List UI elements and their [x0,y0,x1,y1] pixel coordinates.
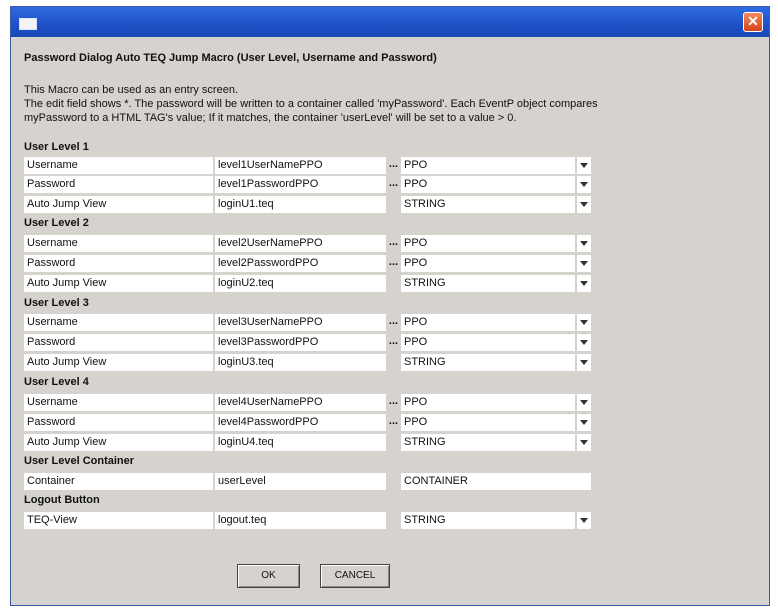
param-row-auto-jump-view: Auto Jump View loginU2.teq STRING [24,274,591,292]
param-value-field[interactable]: loginU1.teq [215,196,386,213]
param-row-auto-jump-view: Auto Jump View loginU3.teq STRING [24,353,591,371]
param-label: Auto Jump View [24,434,213,451]
browse-button[interactable]: ... [387,314,400,331]
browse-button[interactable]: ... [387,414,400,431]
param-label: Username [24,235,213,252]
type-select[interactable]: STRING [401,512,575,529]
param-value-field[interactable]: level4UserNamePPO [215,394,386,411]
description-line: myPassword to a HTML TAG's value; If it … [24,112,517,124]
dropdown-arrow-icon[interactable] [577,255,591,272]
param-row-auto-jump-view: Auto Jump View loginU1.teq STRING [24,195,591,213]
param-label: Username [24,314,213,331]
window-icon [19,18,37,30]
browse-button[interactable]: ... [387,255,400,272]
section-title-user-level-4: User Level 4 [24,376,89,388]
param-value-field[interactable]: loginU3.teq [215,354,386,371]
param-value-field[interactable]: level4PasswordPPO [215,414,386,431]
type-select[interactable]: PPO [401,255,575,272]
param-value-field[interactable]: level1UserNamePPO [215,157,386,174]
cancel-button[interactable]: CANCEL [320,564,390,588]
param-row-username: Username level3UserNamePPO ... PPO [24,313,591,331]
type-select[interactable]: PPO [401,235,575,252]
browse-button[interactable]: ... [387,157,400,174]
param-label: Password [24,414,213,431]
param-value-field[interactable]: loginU2.teq [215,275,386,292]
browse-button[interactable]: ... [387,235,400,252]
dropdown-arrow-icon[interactable] [577,196,591,213]
type-select[interactable]: PPO [401,414,575,431]
param-label: Username [24,157,213,174]
dialog-title: Password Dialog Auto TEQ Jump Macro (Use… [24,52,437,64]
type-select[interactable]: PPO [401,334,575,351]
type-select[interactable]: STRING [401,196,575,213]
param-row-container: Container userLevel CONTAINER [24,472,591,490]
description-line: This Macro can be used as an entry scree… [24,84,238,96]
section-title-user-level-container: User Level Container [24,455,135,467]
dropdown-arrow-icon[interactable] [577,334,591,351]
param-row-username: Username level4UserNamePPO ... PPO [24,393,591,411]
param-label: Auto Jump View [24,275,213,292]
dropdown-arrow-icon[interactable] [577,176,591,193]
param-row-auto-jump-view: Auto Jump View loginU4.teq STRING [24,433,591,451]
type-select[interactable]: PPO [401,176,575,193]
dropdown-arrow-icon[interactable] [577,314,591,331]
param-label: TEQ-View [24,512,213,529]
section-title-logout-button: Logout Button [24,494,100,506]
param-label: Password [24,334,213,351]
dropdown-arrow-icon[interactable] [577,275,591,292]
dropdown-arrow-icon[interactable] [577,235,591,252]
param-row-password: Password level2PasswordPPO ... PPO [24,254,591,272]
dropdown-arrow-icon[interactable] [577,394,591,411]
dropdown-arrow-icon[interactable] [577,512,591,529]
dropdown-arrow-icon[interactable] [577,434,591,451]
close-button[interactable]: ✕ [743,12,763,32]
type-field: CONTAINER [401,473,591,490]
browse-button[interactable]: ... [387,176,400,193]
param-value-field[interactable]: level3UserNamePPO [215,314,386,331]
dropdown-arrow-icon[interactable] [577,157,591,174]
type-select[interactable]: STRING [401,434,575,451]
type-select[interactable]: PPO [401,314,575,331]
type-select[interactable]: PPO [401,157,575,174]
param-row-teq-view: TEQ-View logout.teq STRING [24,511,591,529]
param-label: Password [24,255,213,272]
browse-button[interactable]: ... [387,334,400,351]
param-value-field[interactable]: level1PasswordPPO [215,176,386,193]
param-label: Auto Jump View [24,196,213,213]
param-label: Container [24,473,213,490]
browse-button[interactable]: ... [387,394,400,411]
param-value-field[interactable]: level3PasswordPPO [215,334,386,351]
description-line: The edit field shows *. The password wil… [24,98,598,110]
param-value-field[interactable]: userLevel [215,473,386,490]
type-select[interactable]: PPO [401,394,575,411]
param-row-username: Username level1UserNamePPO ... PPO [24,156,591,174]
param-label: Username [24,394,213,411]
param-row-password: Password level3PasswordPPO ... PPO [24,333,591,351]
type-select[interactable]: STRING [401,354,575,371]
section-title-user-level-1: User Level 1 [24,141,89,153]
type-select[interactable]: STRING [401,275,575,292]
section-title-user-level-3: User Level 3 [24,297,89,309]
param-row-password: Password level1PasswordPPO ... PPO [24,175,591,193]
dropdown-arrow-icon[interactable] [577,414,591,431]
param-row-password: Password level4PasswordPPO ... PPO [24,413,591,431]
param-label: Auto Jump View [24,354,213,371]
param-value-field[interactable]: loginU4.teq [215,434,386,451]
param-value-field[interactable]: logout.teq [215,512,386,529]
title-bar[interactable]: ✕ [11,7,769,37]
param-value-field[interactable]: level2PasswordPPO [215,255,386,272]
dropdown-arrow-icon[interactable] [577,354,591,371]
param-value-field[interactable]: level2UserNamePPO [215,235,386,252]
param-label: Password [24,176,213,193]
param-row-username: Username level2UserNamePPO ... PPO [24,234,591,252]
ok-button[interactable]: OK [237,564,300,588]
section-title-user-level-2: User Level 2 [24,217,89,229]
